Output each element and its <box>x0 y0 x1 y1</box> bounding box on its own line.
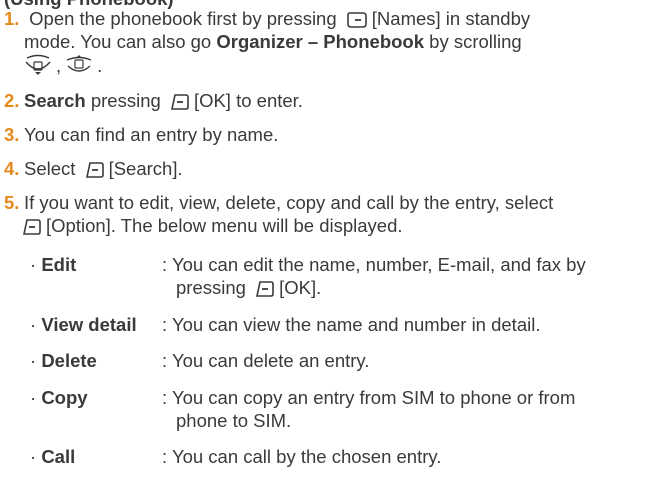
option-edit: · Edit <box>30 254 76 276</box>
option-term: View detail <box>41 314 137 335</box>
step-text: pressing <box>85 90 161 111</box>
option-desc-text: [OK]. <box>279 277 322 298</box>
nav-key-up-icon <box>65 54 93 81</box>
option-desc: : You can delete an entry. <box>162 350 370 371</box>
left-soft-key-icon <box>170 93 190 116</box>
step-text: by scrolling <box>424 31 522 52</box>
step-4: 4. Select [Search]. <box>4 158 183 184</box>
option-term: Delete <box>41 350 97 371</box>
left-soft-key-icon <box>85 161 105 184</box>
left-soft-key-icon <box>255 280 275 303</box>
step-number: 5. <box>4 192 20 213</box>
step-text: [Names] in standby <box>371 8 531 29</box>
step-5-line-2: [Option]. The below menu will be display… <box>22 215 403 241</box>
option-desc: : You can copy an entry from SIM to phon… <box>162 387 576 408</box>
step-text: [OK] to enter. <box>193 90 303 111</box>
step-number: 2. <box>4 90 20 111</box>
option-desc: : You can view the name and number in de… <box>162 314 541 335</box>
option-call: · Call <box>30 446 75 468</box>
step-text: mode. You can also go <box>24 31 217 52</box>
step-1-line-3: , . <box>24 54 102 81</box>
option-copy: · Copy <box>30 387 88 409</box>
menu-path: Organizer – Phonebook <box>216 31 425 52</box>
separator: , <box>56 55 62 76</box>
option-view-detail: · View detail <box>30 314 137 336</box>
bullet-dot: · <box>30 387 37 408</box>
bullet-dot: · <box>30 254 37 275</box>
step-text: Open the phonebook first by pressing <box>29 8 337 29</box>
step-text: If you want to edit, view, delete, copy … <box>24 192 554 213</box>
step-text: [Search]. <box>108 158 183 179</box>
step-bold-term: Search <box>24 90 86 111</box>
option-desc-line-2: phone to SIM. <box>176 410 292 431</box>
step-3: 3. You can find an entry by name. <box>4 124 278 146</box>
bullet-dot: · <box>30 446 37 467</box>
step-5-line-1: 5. If you want to edit, view, delete, cop… <box>4 192 553 214</box>
bullet-dot: · <box>30 350 37 371</box>
option-delete: · Delete <box>30 350 97 372</box>
step-2: 2. Search pressing [OK] to enter. <box>4 90 303 116</box>
step-number: 1. <box>4 8 20 29</box>
left-soft-key-icon <box>22 218 42 241</box>
period: . <box>97 55 103 76</box>
option-term: Call <box>41 446 76 467</box>
option-term: Copy <box>41 387 88 408</box>
nav-key-down-icon <box>24 54 52 81</box>
option-desc: : You can call by the chosen entry. <box>162 446 442 467</box>
option-desc-text: pressing <box>176 277 246 298</box>
step-number: 3. <box>4 124 20 145</box>
step-text: [Option]. The below menu will be display… <box>46 215 403 236</box>
option-desc: : You can edit the name, number, E-mail,… <box>162 254 586 275</box>
bullet-dot: · <box>30 314 37 335</box>
option-term: Edit <box>41 254 77 275</box>
option-desc-line-2: pressing [OK]. <box>176 277 321 303</box>
step-number: 4. <box>4 158 20 179</box>
step-1-line-2: mode. You can also go Organizer – Phoneb… <box>24 31 522 53</box>
step-text: You can find an entry by name. <box>24 124 279 145</box>
step-text: Select <box>24 158 76 179</box>
